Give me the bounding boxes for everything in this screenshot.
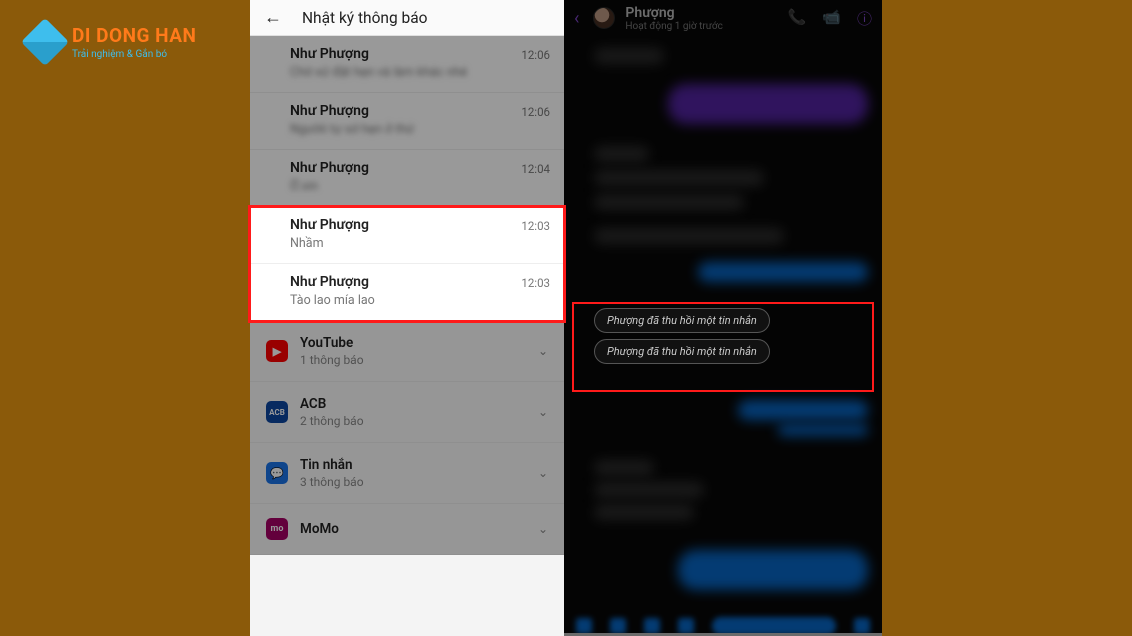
notif-name: Như Phượng: [290, 217, 548, 233]
blurred-message: [678, 550, 868, 590]
momo-icon: mo: [266, 518, 288, 540]
chevron-down-icon[interactable]: ⌄: [538, 405, 548, 419]
blurred-message: [594, 48, 664, 64]
brand-logo: DI DONG HAN Trải nghiệm & Gắn bó: [28, 24, 196, 60]
notif-message: Ngườii tự sớ hẹn ở thứ: [290, 122, 548, 137]
notif-time: 12:06: [521, 48, 550, 62]
notif-message: Nhầm: [290, 236, 548, 251]
blurred-message: [594, 482, 704, 498]
blurred-message: [698, 262, 868, 282]
blurred-message: [594, 194, 744, 210]
notif-time: 12:03: [521, 276, 550, 290]
blurred-message: [594, 170, 764, 186]
messages-icon: 💬: [266, 462, 288, 484]
app-title: YouTube: [300, 335, 526, 351]
back-chevron-icon[interactable]: ‹: [574, 8, 579, 29]
notif-message: Chờ xử đặt hẹn và làm khác nhé: [290, 65, 548, 80]
notif-message: Ờ.xin: [290, 179, 548, 194]
notif-message: Tào lao mía lao: [290, 293, 548, 308]
app-row[interactable]: mo MoMo ⌄: [250, 504, 564, 555]
notif-name: Như Phượng: [290, 274, 548, 290]
chevron-down-icon[interactable]: ⌄: [538, 522, 548, 536]
notif-name: Như Phượng: [290, 103, 548, 119]
app-title: ACB: [300, 396, 526, 412]
notif-name: Như Phượng: [290, 46, 548, 62]
notification-header: ← Nhật ký thông báo: [250, 0, 564, 36]
notif-time: 12:06: [521, 105, 550, 119]
blurred-message: [778, 424, 868, 436]
app-row[interactable]: ACB ACB 2 thông báo ⌄: [250, 382, 564, 443]
chat-status: Hoạt động 1 giờ trước: [625, 21, 722, 32]
phone-icon[interactable]: 📞: [788, 8, 807, 29]
video-icon[interactable]: 📹: [822, 8, 841, 29]
chevron-down-icon[interactable]: ⌄: [538, 466, 548, 480]
app-row[interactable]: 💬 Tin nhắn 3 thông báo ⌄: [250, 443, 564, 504]
blurred-message: [594, 228, 784, 244]
chevron-down-icon[interactable]: ⌄: [538, 344, 548, 358]
notif-item[interactable]: Như Phượng Ờ.xin 12:04: [250, 150, 564, 207]
app-title: MoMo: [300, 521, 526, 537]
recalled-message-pill: Phượng đã thu hồi một tin nhắn: [594, 308, 770, 333]
blurred-message: [594, 460, 654, 476]
notif-item[interactable]: Như Phượng Ngườii tự sớ hẹn ở thứ 12:06: [250, 93, 564, 150]
app-row[interactable]: ▶ YouTube 1 thông báo ⌄: [250, 321, 564, 382]
blurred-message: [594, 146, 649, 162]
recalled-message-pill: Phượng đã thu hồi một tin nhắn: [594, 339, 770, 364]
page-title: Nhật ký thông báo: [302, 9, 428, 27]
avatar[interactable]: [593, 7, 615, 29]
app-subtitle: 3 thông báo: [300, 475, 526, 489]
app-subtitle: 2 thông báo: [300, 414, 526, 428]
recalled-messages-area: Phượng đã thu hồi một tin nhắn Phượng đã…: [572, 302, 874, 392]
back-arrow-icon[interactable]: ←: [264, 7, 282, 28]
app-title: Tin nhắn: [300, 457, 526, 473]
notif-item-highlighted[interactable]: Như Phượng Tào lao mía lao 12:03: [250, 264, 564, 321]
info-icon[interactable]: ⓘ: [857, 8, 872, 29]
notif-name: Như Phượng: [290, 160, 548, 176]
app-subtitle: 1 thông báo: [300, 353, 526, 367]
blurred-message: [594, 504, 694, 520]
chat-name: Phượng: [625, 5, 722, 21]
logo-diamond-icon: [21, 18, 69, 66]
notif-item-highlighted[interactable]: Như Phượng Nhầm 12:03: [250, 207, 564, 264]
notif-time: 12:03: [521, 219, 550, 233]
logo-sub-text: Trải nghiệm & Gắn bó: [72, 49, 196, 60]
chat-header: ‹ Phượng Hoạt động 1 giờ trước 📞 📹 ⓘ: [564, 0, 882, 36]
messenger-chat-panel: ‹ Phượng Hoạt động 1 giờ trước 📞 📹 ⓘ: [564, 0, 882, 636]
acb-icon: ACB: [266, 401, 288, 423]
notif-item[interactable]: Như Phượng Chờ xử đặt hẹn và làm khác nh…: [250, 36, 564, 93]
notif-time: 12:04: [521, 162, 550, 176]
blurred-message: [668, 84, 868, 124]
notification-log-panel: ← Nhật ký thông báo Như Phượng Chờ xử đặ…: [250, 0, 564, 636]
blurred-message: [738, 400, 868, 420]
logo-main-text: DI DONG HAN: [72, 24, 196, 47]
youtube-icon: ▶: [266, 340, 288, 362]
